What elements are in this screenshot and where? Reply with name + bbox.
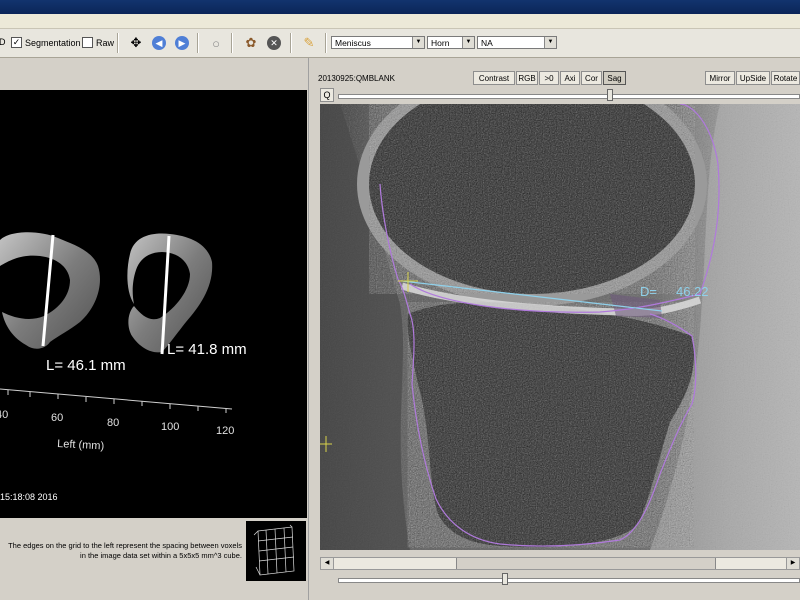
positive-button[interactable]: >0: [539, 71, 559, 85]
region-select-value: Horn: [431, 38, 450, 48]
ruler-icon[interactable]: ✎: [300, 34, 318, 52]
horizontal-scrollbar[interactable]: ◀ ▶: [320, 557, 800, 570]
axis-tick-label: 120: [216, 425, 234, 437]
grade-select[interactable]: NA ▼: [477, 36, 557, 49]
axial-button[interactable]: Axi: [560, 71, 580, 85]
window-title-bar: [0, 0, 800, 14]
toolbar-separator: [325, 33, 327, 53]
axis-tick-label: 60: [51, 412, 63, 424]
axis-label: Left (mm): [57, 438, 105, 452]
toolbar: 3D ✓ Segmentation Raw ✥ ◀ ▶ ○ ✿ ✕ ✎ Meni…: [0, 29, 800, 58]
checkbox-raw[interactable]: Raw: [82, 37, 114, 48]
3d-render: L= 46.1 mm L= 41.8 mm 40 60 80 100 120 L…: [0, 232, 247, 502]
checkbox-raw-box[interactable]: [82, 37, 93, 48]
chevron-down-icon[interactable]: ▼: [462, 37, 474, 48]
back-arrow-icon[interactable]: ◀: [150, 34, 168, 52]
zoom-slider-knob[interactable]: [607, 89, 613, 101]
series-title: 20130925:QMBLANK: [318, 74, 395, 83]
structure-select-value: Meniscus: [335, 38, 371, 48]
lasso-icon[interactable]: ○: [207, 34, 225, 52]
zoom-icon[interactable]: Q: [320, 88, 334, 102]
voxel-grid-thumbnail: [246, 521, 306, 581]
scroll-left-icon[interactable]: ◀: [321, 558, 334, 569]
voxel-info-row: The edges on the grid to the left repres…: [0, 518, 308, 598]
axis-ruler: [0, 388, 233, 413]
render-timestamp: 15:18:08 2016: [0, 492, 58, 502]
slice-slider-knob[interactable]: [502, 573, 508, 585]
coronal-button[interactable]: Cor: [581, 71, 602, 85]
scroll-right-icon[interactable]: ▶: [786, 558, 799, 569]
contrast-button[interactable]: Contrast: [473, 71, 515, 85]
toolbar-separator: [231, 33, 233, 53]
toolbar-separator: [290, 33, 292, 53]
distance-value: 46.22: [676, 284, 709, 299]
left-panel: L= 46.1 mm L= 41.8 mm 40 60 80 100 120 L…: [0, 58, 308, 600]
rgb-button[interactable]: RGB: [516, 71, 538, 85]
slice-viewer-panel: 20130925:QMBLANK Contrast RGB >0 Axi Cor…: [316, 58, 800, 600]
checkbox-3d[interactable]: 3D: [0, 37, 6, 47]
axis-tick-label: 80: [107, 417, 119, 429]
close-icon[interactable]: ✕: [265, 34, 283, 52]
voxel-grid-icon: [253, 524, 295, 576]
mri-slice: D= 46.22: [320, 104, 800, 550]
move-icon[interactable]: ✥: [127, 34, 145, 52]
upside-button[interactable]: UpSide: [736, 71, 770, 85]
checkbox-segmentation[interactable]: ✓ Segmentation: [11, 37, 81, 48]
voxel-spacing-note: The edges on the grid to the left repres…: [8, 541, 242, 560]
left-panel-header: [0, 58, 308, 90]
toolbar-separator: [197, 33, 199, 53]
chevron-down-icon[interactable]: ▼: [544, 37, 556, 48]
checkbox-segmentation-label: Segmentation: [25, 37, 81, 48]
paint-palette-icon[interactable]: ✿: [242, 34, 260, 52]
toolbar-separator: [117, 33, 119, 53]
left-meniscus-shape: [0, 232, 100, 349]
grade-select-value: NA: [481, 38, 493, 48]
checkbox-3d-label: 3D: [0, 37, 6, 47]
left-measurement-label: L= 46.1 mm: [46, 357, 126, 374]
rotate-button[interactable]: Rotate: [771, 71, 800, 85]
scrollbar-thumb[interactable]: [456, 558, 716, 569]
mirror-button[interactable]: Mirror: [705, 71, 735, 85]
checkbox-segmentation-box[interactable]: ✓: [11, 37, 22, 48]
structure-select[interactable]: Meniscus ▼: [331, 36, 425, 49]
3d-meniscus-view[interactable]: L= 46.1 mm L= 41.8 mm 40 60 80 100 120 L…: [0, 90, 307, 518]
zoom-slider-track[interactable]: [338, 94, 800, 99]
axis-tick-label: 40: [0, 409, 8, 421]
sagittal-button[interactable]: Sag: [603, 71, 626, 85]
region-select[interactable]: Horn ▼: [427, 36, 475, 49]
chevron-down-icon[interactable]: ▼: [412, 37, 424, 48]
axis-tick-label: 100: [161, 421, 179, 433]
right-meniscus-shape: [127, 233, 213, 353]
sagittal-mri-view[interactable]: D= 46.22: [320, 104, 800, 550]
slice-slider-track[interactable]: [338, 578, 800, 583]
checkbox-raw-label: Raw: [96, 37, 115, 48]
menu-strip: [0, 14, 800, 29]
right-measurement-label: L= 41.8 mm: [167, 341, 247, 358]
forward-arrow-icon[interactable]: ▶: [173, 34, 191, 52]
distance-label: D=: [640, 284, 657, 299]
